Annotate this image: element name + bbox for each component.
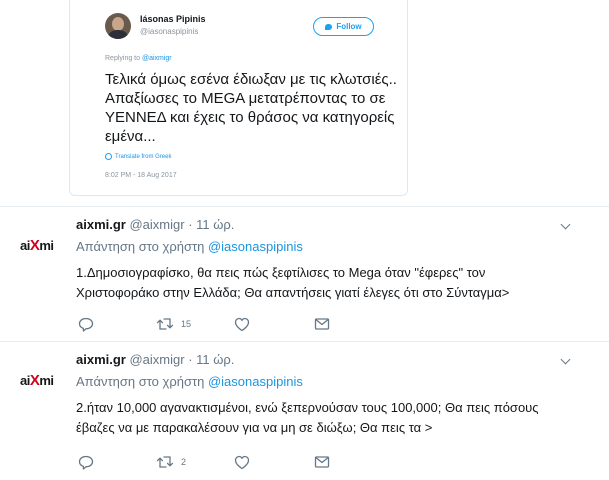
direct-message-button[interactable]: [314, 317, 330, 331]
globe-icon: [105, 153, 112, 160]
logo-part: mi: [39, 238, 54, 253]
reply-context: Απάντηση στο χρήστη @iasonaspipinis: [76, 374, 303, 389]
aixmi-logo[interactable]: aiXmi: [20, 372, 54, 389]
translate-link[interactable]: Translate from Greek: [105, 153, 171, 160]
direct-message-button[interactable]: [314, 455, 330, 469]
reply-handle-link[interactable]: @iasonaspipinis: [208, 239, 303, 254]
author-name[interactable]: Iásonas Pipinis: [140, 14, 206, 24]
like-button[interactable]: [234, 455, 250, 470]
timeline-tweet[interactable]: aiXmi aixmi.gr @aixmigr · 11 ώρ. Απάντησ…: [0, 206, 609, 341]
logo-part: ai: [20, 238, 30, 253]
like-button[interactable]: [234, 317, 250, 332]
twitter-bird-icon: [325, 23, 333, 30]
reply-icon: [78, 317, 94, 332]
envelope-icon: [314, 318, 330, 330]
tweet-header: aixmi.gr @aixmigr · 11 ώρ.: [76, 217, 234, 232]
reply-prefix: Απάντηση στο χρήστη: [76, 239, 208, 254]
translate-label: Translate from Greek: [115, 153, 172, 160]
tweet-text: 1.Δημοσιογραφίσκο, θα πεις πώς ξεφτίλισε…: [76, 265, 510, 300]
retweet-icon: [156, 318, 174, 330]
author-handle[interactable]: @iasonaspipinis: [140, 27, 198, 36]
author-name[interactable]: aixmi.gr: [76, 352, 126, 367]
heart-icon: [234, 455, 250, 470]
logo-part: ai: [20, 373, 30, 388]
tweet-actions: 2: [78, 455, 338, 471]
chevron-down-icon[interactable]: [560, 219, 571, 230]
tweet-time[interactable]: · 11 ώρ.: [185, 217, 234, 232]
reply-icon: [78, 455, 94, 470]
retweet-count: 15: [181, 319, 192, 329]
tweet-header: aixmi.gr @aixmigr · 11 ώρ.: [76, 352, 234, 367]
replying-prefix: Replying to: [105, 55, 142, 62]
avatar-face: [112, 17, 124, 31]
tweet-text: Τελικά όμως εσένα έδιωξαν με τις κλωτσιέ…: [105, 71, 397, 145]
author-handle[interactable]: @aixmigr: [129, 352, 184, 367]
avatar-body: [107, 30, 129, 39]
tweet-timestamp[interactable]: 8:02 PM - 18 Aug 2017: [105, 172, 177, 179]
envelope-icon: [314, 456, 330, 468]
retweet-button[interactable]: 2: [156, 455, 186, 469]
tweet-actions: 15: [78, 317, 338, 333]
tweet-text: 2.ήταν 10,000 αγανακτισμένοι, ενώ ξεπερν…: [76, 400, 539, 435]
follow-button[interactable]: Follow: [313, 17, 374, 36]
replying-handle-link[interactable]: @aixmigr: [142, 55, 172, 62]
reply-prefix: Απάντηση στο χρήστη: [76, 374, 208, 389]
logo-x: X: [29, 372, 40, 389]
retweet-icon: [156, 456, 174, 468]
aixmi-logo[interactable]: aiXmi: [20, 237, 54, 254]
embedded-tweet: Iásonas Pipinis @iasonaspipinis Follow R…: [69, 0, 408, 196]
heart-icon: [234, 317, 250, 332]
retweet-button[interactable]: 15: [156, 317, 191, 331]
logo-x: X: [29, 237, 40, 254]
follow-label: Follow: [336, 22, 362, 31]
chevron-down-icon[interactable]: [560, 354, 571, 365]
reply-button[interactable]: [78, 317, 94, 332]
replying-to: Replying to @aixmigr: [105, 55, 172, 62]
reply-handle-link[interactable]: @iasonaspipinis: [208, 374, 303, 389]
reply-button[interactable]: [78, 455, 94, 470]
reply-context: Απάντηση στο χρήστη @iasonaspipinis: [76, 239, 303, 254]
avatar[interactable]: [105, 13, 131, 39]
logo-part: mi: [39, 373, 54, 388]
author-handle[interactable]: @aixmigr: [129, 217, 184, 232]
author-name[interactable]: aixmi.gr: [76, 217, 126, 232]
tweet-time[interactable]: · 11 ώρ.: [185, 352, 234, 367]
timeline-tweet[interactable]: aiXmi aixmi.gr @aixmigr · 11 ώρ. Απάντησ…: [0, 341, 609, 480]
retweet-count: 2: [181, 457, 187, 467]
